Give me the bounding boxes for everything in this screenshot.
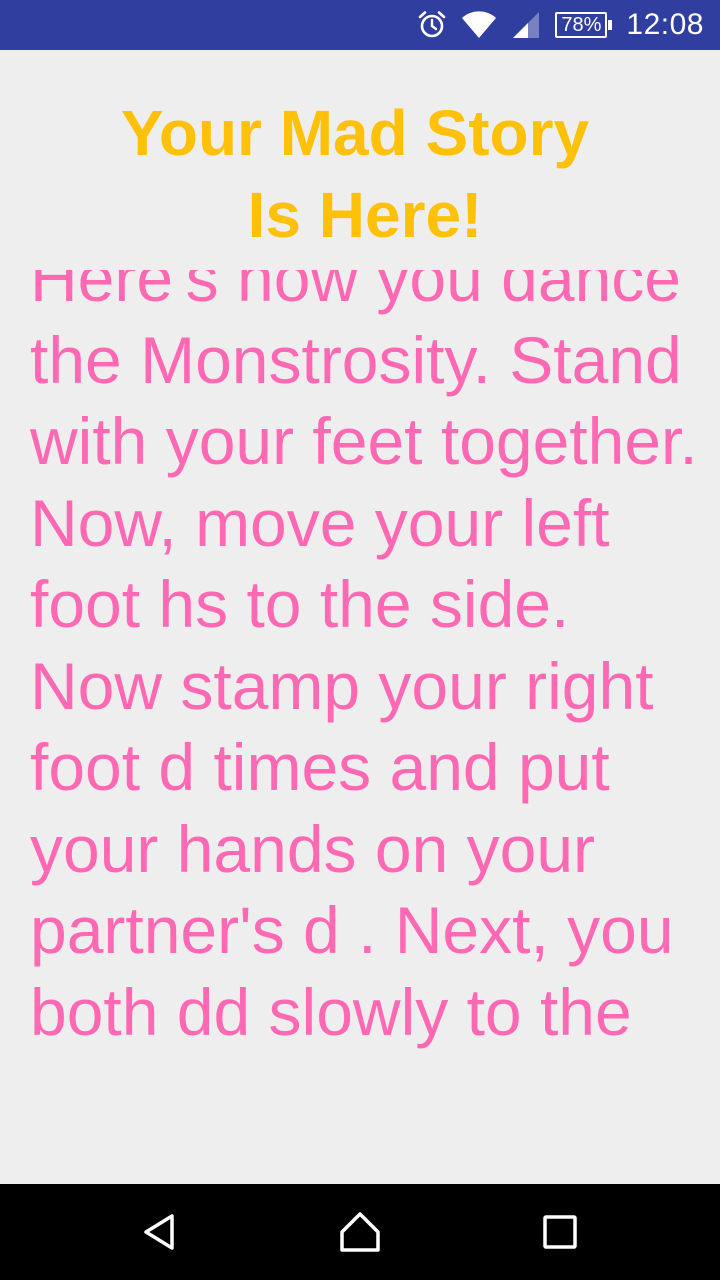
battery-level: 78% <box>555 12 608 38</box>
page-title: Your Mad Story Is Here! <box>0 92 720 256</box>
cell-signal-icon <box>511 10 541 40</box>
back-button[interactable] <box>130 1202 190 1262</box>
home-icon <box>340 1212 380 1252</box>
wifi-icon <box>461 10 497 40</box>
home-button[interactable] <box>330 1202 390 1262</box>
battery-icon: 78% <box>555 12 613 38</box>
recents-button[interactable] <box>530 1202 590 1262</box>
recents-icon <box>543 1215 577 1249</box>
title-line-2: Is Here! <box>247 179 483 251</box>
title-line-1: Your Mad Story <box>120 97 590 169</box>
status-icons: 78% 12:08 <box>417 0 704 50</box>
clock: 12:08 <box>626 8 704 41</box>
navigation-bar <box>0 1184 720 1280</box>
status-bar: 78% 12:08 <box>0 0 720 50</box>
back-icon <box>144 1214 174 1250</box>
story-text: Here's how you dance the Monstrosity. St… <box>30 270 698 1049</box>
alarm-icon <box>417 10 447 40</box>
story-scroll-view[interactable]: Here's how you dance the Monstrosity. St… <box>0 270 720 1184</box>
